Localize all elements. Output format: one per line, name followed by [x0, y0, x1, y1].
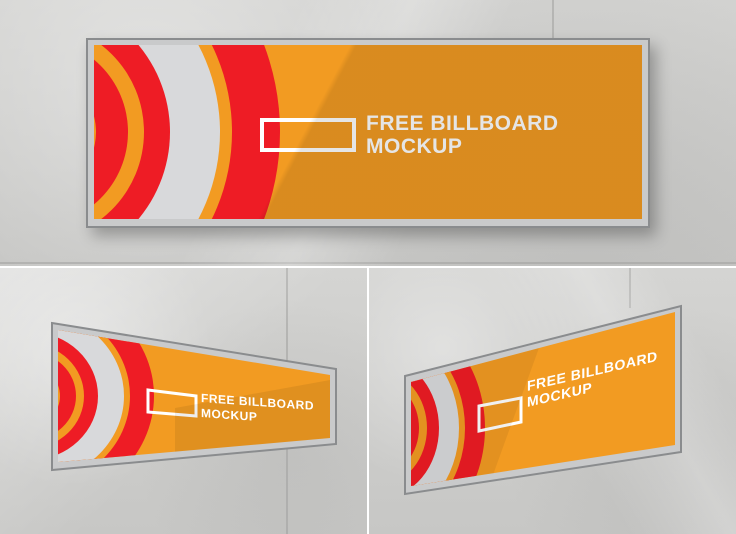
wall-seam: [552, 0, 554, 40]
billboard-title-line2: MOCKUP: [201, 406, 258, 424]
billboard-title-line1: FREE BILLBOARD: [366, 112, 559, 135]
billboard-front: FREE BILLBOARD MOCKUP: [94, 45, 642, 219]
logo-placeholder-box: [260, 118, 356, 152]
wall-seam: [0, 262, 736, 264]
mockup-front-view: FREE BILLBOARD MOCKUP: [0, 0, 736, 266]
billboard-title-line2: MOCKUP: [366, 135, 463, 158]
mockup-angled-left-view: FREE BILLBOARD MOCKUP: [0, 268, 367, 534]
mockup-angled-right-view: FREE BILLBOARD MOCKUP: [369, 268, 736, 534]
